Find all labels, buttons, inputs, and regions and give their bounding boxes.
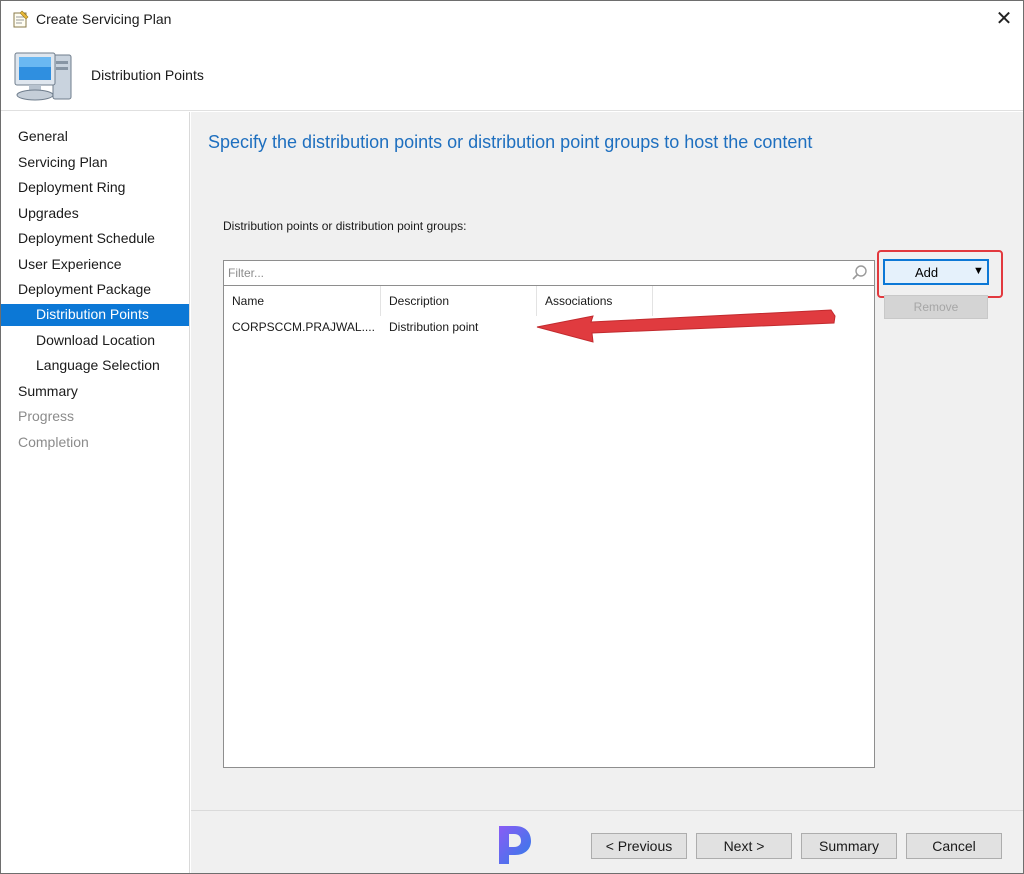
- row-cell-name[interactable]: CORPSCCM.PRAJWAL....: [224, 316, 381, 338]
- sidebar-item-download-location[interactable]: Download Location: [1, 330, 189, 352]
- sidebar-item-distribution-points[interactable]: Distribution Points: [1, 304, 189, 326]
- sidebar-item-progress: Progress: [18, 408, 75, 424]
- sidebar-item-completion: Completion: [18, 434, 89, 450]
- wizard-sidebar: General Servicing Plan Deployment Ring U…: [1, 112, 190, 873]
- sidebar-item-summary[interactable]: Summary: [1, 381, 189, 403]
- filter-box: [223, 260, 875, 286]
- sidebar-item-language-selection[interactable]: Language Selection: [1, 355, 189, 377]
- cancel-button[interactable]: Cancel: [906, 833, 1002, 859]
- section-heading: Specify the distribution points or distr…: [208, 132, 813, 152]
- window-title: Create Servicing Plan: [36, 11, 172, 27]
- search-icon[interactable]: [851, 264, 869, 282]
- list-label: Distribution points or distribution poin…: [223, 219, 467, 233]
- wizard-header: Distribution Points: [1, 37, 1023, 111]
- wizard-icon: [13, 10, 29, 28]
- computer-icon: [14, 52, 72, 101]
- sidebar-item-deployment-schedule[interactable]: Deployment Schedule: [1, 228, 189, 250]
- sidebar-item-servicing-plan[interactable]: Servicing Plan: [1, 152, 189, 174]
- main-panel: Specify the distribution points or distr…: [191, 112, 1023, 873]
- sidebar-item-general[interactable]: General: [1, 126, 189, 148]
- remove-button: Remove: [884, 295, 988, 319]
- sidebar-item-user-experience[interactable]: User Experience: [1, 254, 189, 276]
- add-button-label: Add: [915, 265, 939, 280]
- column-header-description[interactable]: Description: [381, 286, 537, 316]
- wizard-window: Create Servicing Plan ✕ Distribution Poi…: [0, 0, 1024, 874]
- filter-input[interactable]: [228, 264, 838, 282]
- chevron-down-icon[interactable]: ▼: [973, 265, 984, 277]
- add-button[interactable]: Add ▼: [883, 259, 989, 285]
- previous-button[interactable]: < Previous: [591, 833, 687, 859]
- footer-divider: [191, 810, 1023, 811]
- next-button[interactable]: Next >: [696, 833, 792, 859]
- summary-button[interactable]: Summary: [801, 833, 897, 859]
- sidebar-item-upgrades[interactable]: Upgrades: [1, 203, 189, 225]
- column-header-name[interactable]: Name: [224, 286, 381, 316]
- page-title: Distribution Points: [91, 67, 204, 83]
- arrow-annotation: [536, 309, 836, 343]
- close-icon[interactable]: ✕: [989, 5, 1019, 33]
- sidebar-item-deployment-package[interactable]: Deployment Package: [1, 279, 189, 301]
- brand-logo: [499, 826, 531, 864]
- sidebar-item-deployment-ring[interactable]: Deployment Ring: [1, 177, 189, 199]
- row-cell-description[interactable]: Distribution point: [381, 316, 537, 338]
- title-bar: Create Servicing Plan ✕: [1, 1, 1023, 37]
- distribution-points-list[interactable]: Name Description Associations CORPSCCM.P…: [223, 286, 875, 768]
